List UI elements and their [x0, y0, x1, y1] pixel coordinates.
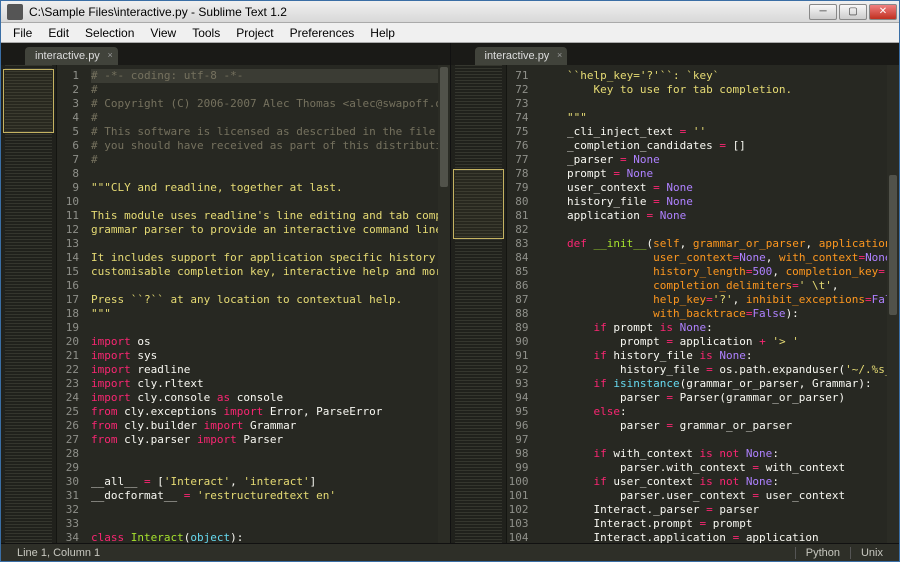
code-right[interactable]: ``help_key='?'``: `key` Key to use for t…: [535, 65, 888, 543]
minimize-button[interactable]: ─: [809, 4, 837, 20]
pane-right: interactive.py × 71 72 73 74 75 76 77 78…: [451, 43, 900, 543]
status-position: Line 1, Column 1: [7, 547, 110, 559]
tab-row-left: interactive.py ×: [1, 43, 450, 65]
tab-right[interactable]: interactive.py ×: [475, 47, 568, 65]
pane-left: interactive.py × 1 2 3 4 5 6 7 8 9 10 11…: [1, 43, 451, 543]
window-title: C:\Sample Files\interactive.py - Sublime…: [27, 5, 809, 19]
maximize-button[interactable]: ▢: [839, 4, 867, 20]
menu-tools[interactable]: Tools: [184, 24, 228, 42]
tab-row-right: interactive.py ×: [451, 43, 900, 65]
minimap-left[interactable]: [1, 65, 57, 543]
tab-right-label: interactive.py: [485, 50, 550, 62]
app-icon: [7, 4, 23, 20]
statusbar: Line 1, Column 1 Python Unix: [1, 543, 899, 561]
menu-file[interactable]: File: [5, 24, 40, 42]
menu-edit[interactable]: Edit: [40, 24, 77, 42]
status-language[interactable]: Python: [795, 547, 850, 559]
scrollbar-left[interactable]: [438, 65, 450, 543]
menubar: File Edit Selection View Tools Project P…: [1, 23, 899, 43]
close-icon[interactable]: ×: [108, 50, 113, 60]
menu-project[interactable]: Project: [228, 24, 281, 42]
tab-left[interactable]: interactive.py ×: [25, 47, 118, 65]
gutter-right: 71 72 73 74 75 76 77 78 79 80 81 82 83 8…: [507, 65, 535, 543]
menu-help[interactable]: Help: [362, 24, 403, 42]
code-left[interactable]: # -*- coding: utf-8 -*- # # Copyright (C…: [85, 65, 438, 543]
close-icon[interactable]: ×: [557, 50, 562, 60]
minimap-right[interactable]: [451, 65, 507, 543]
titlebar[interactable]: C:\Sample Files\interactive.py - Sublime…: [1, 1, 899, 23]
menu-view[interactable]: View: [142, 24, 184, 42]
tab-left-label: interactive.py: [35, 50, 100, 62]
status-encoding[interactable]: Unix: [850, 547, 893, 559]
menu-preferences[interactable]: Preferences: [282, 24, 363, 42]
gutter-left: 1 2 3 4 5 6 7 8 9 10 11 12 13 14 15 16 1…: [57, 65, 85, 543]
menu-selection[interactable]: Selection: [77, 24, 142, 42]
scrollbar-right[interactable]: [887, 65, 899, 543]
workspace: interactive.py × 1 2 3 4 5 6 7 8 9 10 11…: [1, 43, 899, 543]
close-button[interactable]: ✕: [869, 4, 897, 20]
